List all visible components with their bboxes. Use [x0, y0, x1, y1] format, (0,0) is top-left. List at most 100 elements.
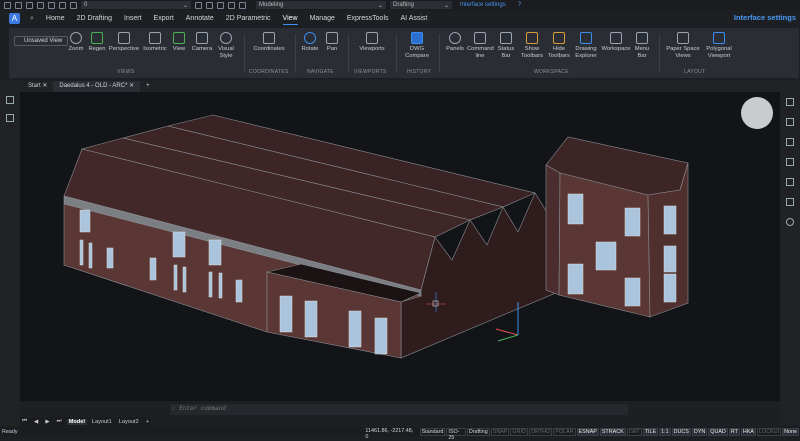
search-icon[interactable]: ⌕ — [30, 15, 34, 23]
polygonal-viewport-button[interactable]: Polygonal Viewport — [701, 32, 737, 59]
properties-icon[interactable] — [786, 98, 794, 106]
tab-layout1[interactable]: Layout1 — [90, 419, 114, 425]
tab-annotate[interactable]: Annotate — [186, 13, 214, 24]
pan-button[interactable]: Pan — [323, 32, 341, 53]
status-toggle-quad[interactable]: QUAD — [708, 427, 728, 436]
show-toolbars-button[interactable]: Show Toolbars — [519, 32, 545, 59]
zoom-button[interactable]: Zoom — [65, 32, 87, 53]
model-viewport[interactable] — [20, 92, 780, 401]
tab-2d-drafting[interactable]: 2D Drafting — [77, 13, 112, 24]
tab-home[interactable]: Home — [46, 13, 65, 24]
add-layout-button[interactable]: + — [144, 419, 151, 425]
drawing-explorer-button[interactable]: Drawing Explorer — [572, 32, 600, 59]
status-bar: Ready 11461.86, -2217.48, 0 Standard ISO-… — [0, 427, 800, 441]
interface-settings-link[interactable]: Interface settings — [460, 2, 506, 8]
group-navigate: NAVIGATE — [307, 69, 334, 75]
perspective-button[interactable]: Perspective — [107, 32, 141, 53]
drawing-explorer-icon[interactable] — [786, 178, 794, 186]
interface-settings-button[interactable]: Interface settings — [734, 13, 796, 22]
status-toggle-ortho[interactable]: ORTHO — [528, 427, 553, 436]
status-toggle-strack[interactable]: STRACK — [599, 427, 626, 436]
next-layout-button[interactable]: ▶ — [43, 419, 51, 425]
isometric-button[interactable]: Isometric — [141, 32, 169, 53]
coordinates-button[interactable]: Coordinates — [247, 32, 291, 53]
print-icon[interactable] — [48, 1, 55, 9]
regen-button[interactable]: Regen — [86, 32, 108, 53]
tab-start[interactable]: Start ✕ — [22, 81, 53, 92]
tab-ai-assist[interactable]: AI Assist — [401, 13, 428, 24]
status-toggle-polar[interactable]: POLAR — [553, 427, 576, 436]
library-icon[interactable] — [786, 158, 794, 166]
attach-icon[interactable] — [786, 138, 794, 146]
save-as-icon[interactable] — [37, 1, 44, 9]
tool-icon[interactable] — [228, 1, 235, 9]
first-layout-button[interactable]: ⏮ — [20, 418, 29, 425]
status-toggle-dyn[interactable]: DYN — [691, 427, 708, 436]
unsaved-view-select[interactable]: Unsaved View — [14, 36, 68, 46]
save-icon[interactable] — [26, 1, 33, 9]
tab-2d-parametric[interactable]: 2D Parametric — [226, 13, 271, 24]
new-icon[interactable] — [4, 1, 11, 9]
help-icon[interactable]: ? — [518, 2, 521, 8]
lightbulb-icon[interactable] — [6, 96, 14, 104]
view-button[interactable]: View — [169, 32, 189, 53]
profile-select[interactable]: Drafting ⌄ — [390, 1, 452, 9]
prev-layout-button[interactable]: ◀ — [32, 419, 40, 425]
status-toggle-1-1[interactable]: 1:1 — [659, 427, 671, 436]
workspace-select[interactable]: Modeling ⌄ — [256, 1, 386, 9]
tab-view[interactable]: View — [282, 13, 298, 25]
command-line-button[interactable]: Command line — [467, 32, 494, 59]
status-toggle-esnap[interactable]: ESNAP — [576, 427, 599, 436]
navigation-wheel[interactable] — [741, 97, 773, 129]
status-bar-button[interactable]: Status Bar — [495, 32, 517, 59]
paper-space-views-button[interactable]: Paper Space Views — [665, 32, 701, 59]
panels-button[interactable]: Panels — [444, 32, 466, 53]
last-layout-button[interactable]: ⏭ — [55, 418, 64, 425]
menu-bar-button[interactable]: Menu Bar — [631, 32, 653, 59]
status-toggle-iso-25[interactable]: ISO-25 — [446, 427, 466, 441]
tab-drawing[interactable]: Daedalus 4 - OLD - ARC* ✕ — [53, 81, 141, 92]
status-toggle-lockui[interactable]: LOCKUI — [757, 427, 782, 436]
dwg-compare-button[interactable]: DWG Compare — [401, 32, 433, 59]
workspace-button[interactable]: Workspace — [601, 32, 631, 53]
status-toggle-lwt[interactable]: LWT — [626, 427, 642, 436]
status-toggle-none[interactable]: None — [782, 427, 799, 436]
layers-icon[interactable] — [6, 114, 14, 122]
layers-panel-icon[interactable] — [786, 118, 794, 126]
viewports-button[interactable]: Viewports — [353, 32, 391, 53]
tool-icon[interactable] — [195, 1, 202, 9]
command-input[interactable]: : Enter command — [172, 405, 372, 414]
left-toolbar — [0, 92, 20, 425]
status-toggle-grid[interactable]: GRID — [510, 427, 528, 436]
new-tab-button[interactable]: + — [140, 81, 156, 92]
tab-manage[interactable]: Manage — [310, 13, 335, 24]
status-toggle-hka[interactable]: HKA — [740, 427, 757, 436]
tool-icon[interactable] — [239, 1, 246, 9]
group-coordinates: COORDINATES — [249, 69, 289, 75]
quick-access-toolbar: 0 ⌄ Modeling ⌄ Drafting ⌄ Interface setting… — [0, 0, 800, 10]
status-toggle-tile[interactable]: TILE — [642, 427, 659, 436]
hide-toolbars-button[interactable]: Hide Toolbars — [546, 32, 572, 59]
layer-select[interactable]: 0 ⌄ — [81, 1, 191, 9]
status-toggle-standard[interactable]: Standard — [419, 427, 446, 436]
status-toggle-ducs[interactable]: DUCS — [671, 427, 691, 436]
tab-export[interactable]: Export — [154, 13, 174, 24]
tab-expresstools[interactable]: ExpressTools — [347, 13, 389, 24]
camera-button[interactable]: Camera — [190, 32, 214, 53]
rotate-button[interactable]: Rotate — [299, 32, 321, 53]
tab-model[interactable]: Model — [66, 418, 87, 425]
open-icon[interactable] — [15, 1, 22, 9]
tool-icon[interactable] — [217, 1, 224, 9]
app-logo[interactable]: A — [9, 13, 20, 24]
status-toggle-snap[interactable]: SNAP — [490, 427, 510, 436]
tab-layout2[interactable]: Layout2 — [117, 419, 141, 425]
status-toggle-drafting[interactable]: Drafting — [466, 427, 490, 436]
cloud-icon[interactable] — [786, 218, 794, 226]
undo-icon[interactable] — [59, 1, 66, 9]
tab-insert[interactable]: Insert — [124, 13, 142, 24]
visual-style-button[interactable]: Visual Style — [215, 32, 237, 59]
tool-icon[interactable] — [206, 1, 213, 9]
trophy-icon[interactable] — [786, 198, 794, 206]
redo-icon[interactable] — [70, 1, 77, 9]
status-toggle-rt[interactable]: RT — [728, 427, 740, 436]
